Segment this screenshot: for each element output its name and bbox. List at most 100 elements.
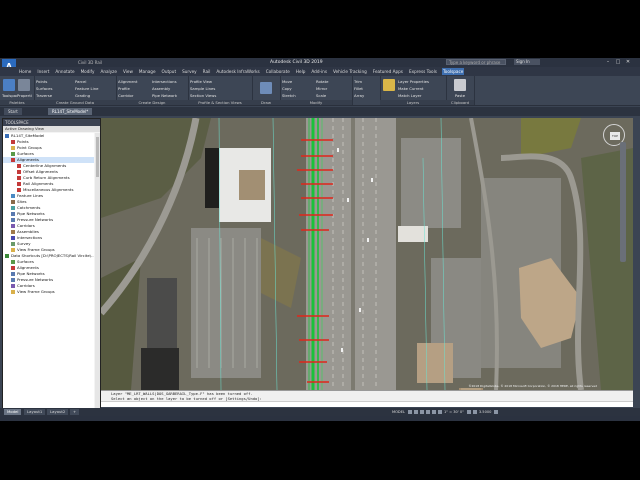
tab-layout2[interactable]: Layout2 [47,409,69,415]
paste-button[interactable]: Paste [448,92,472,99]
stretch-button[interactable]: Stretch [282,92,316,99]
alignment-icon [17,176,21,180]
polar-icon[interactable] [425,410,430,414]
tree-node-label: Alignments [17,265,39,270]
mirror-button[interactable]: Mirror [316,85,350,92]
maximize-button[interactable]: □ [614,59,622,65]
minimize-button[interactable]: – [604,59,612,65]
customize-icon[interactable] [494,410,499,414]
tree-node[interactable]: View Frame Groups [3,289,94,295]
tab-model[interactable]: Model [4,409,22,415]
tab-rail[interactable]: Rail [202,68,212,75]
profile-button[interactable]: Profile [118,85,152,92]
folder-icon [11,248,15,252]
grid-icon[interactable] [407,410,412,414]
traverse-button[interactable]: Traverse [36,92,75,99]
paste-icon[interactable] [454,79,466,91]
surfaces-button[interactable]: Surfaces [36,85,75,92]
layer-properties-icon[interactable] [383,79,395,91]
drawing-canvas[interactable]: TOP ©2018 DigitalGlobe, © 2018 Microsoft… [101,118,633,390]
draw-icon[interactable] [260,82,272,94]
ribbon-group-ground-data: Points Parcel Surfaces Feature Line Trav… [34,76,117,105]
navigation-bar[interactable] [619,142,627,342]
tree-node-label: Surfaces [17,259,34,264]
alignment-button[interactable]: Alignment [118,78,152,85]
model-space-toggle[interactable]: MODEL [392,410,405,414]
osnap-icon[interactable] [431,410,436,414]
close-button[interactable]: ✕ [624,59,632,65]
section-views-button[interactable]: Section Views [190,92,250,99]
sign-in-button[interactable]: Sign In [514,59,540,65]
array-button[interactable]: Array [354,92,378,99]
annotation-monitor-icon[interactable] [472,410,477,414]
toolspace-icon[interactable] [3,79,15,91]
grading-button[interactable]: Grading [75,92,114,99]
tab-express-tools[interactable]: Express Tools [408,68,438,75]
tab-modify[interactable]: Modify [80,68,96,75]
tab-output[interactable]: Output [161,68,178,75]
tab-toolspace[interactable]: Toolspace [441,68,465,75]
intersections-button[interactable]: Intersections [152,78,186,85]
tab-insert[interactable]: Insert [36,68,50,75]
view-selector[interactable]: Active Drawing View [3,126,100,132]
command-line[interactable]: Layer "ME_LRT_WALLS|DOS_GARBERAIL_Type-F… [101,390,633,407]
lineweight-icon[interactable] [437,410,442,414]
tab-manage[interactable]: Manage [138,68,157,75]
add-layout-button[interactable]: + [70,409,80,415]
toolspace-button[interactable]: Toolspace [2,92,17,99]
tree-node-label: Curb Return Alignments [23,175,70,180]
ortho-icon[interactable] [419,410,424,414]
assembly-button[interactable]: Assembly [152,85,186,92]
scale-button[interactable]: Scale [316,92,350,99]
ribbon-group-clipboard: Paste Clipboard [446,76,475,105]
group-label: Clipboard [446,100,474,105]
snap-icon[interactable] [413,410,418,414]
tab-add-ins[interactable]: Add-ins [310,68,328,75]
corridor-button[interactable]: Corridor [118,92,152,99]
tree-node-label: Pipe Networks [17,211,45,216]
copy-button[interactable]: Copy [282,85,316,92]
fillet-button[interactable]: Fillet [354,85,378,92]
elevation-value[interactable]: 3.5000 [479,410,492,414]
sample-lines-button[interactable]: Sample Lines [190,85,250,92]
trim-button[interactable]: Trim [354,78,378,85]
search-input[interactable]: Type a keyword or phrase [446,59,506,65]
tab-collaborate[interactable]: Collaborate [265,68,291,75]
command-input[interactable] [101,401,633,407]
annotation-scale[interactable]: 1" = 30' 0" [444,410,464,414]
properties-button[interactable]: Properties [17,92,32,99]
tree-node-label: Rail Alignments [23,181,54,186]
tab-annotate[interactable]: Annotate [54,68,75,75]
layer-properties-button[interactable]: Layer Properties [398,78,444,85]
pipe-network-button[interactable]: Pipe Network [152,92,186,99]
tab-home[interactable]: Home [18,68,32,75]
move-button[interactable]: Move [282,78,316,85]
feature-line-button[interactable]: Feature Line [75,85,114,92]
imagery-attribution: ©2018 DigitalGlobe, © 2018 Microsoft Cor… [468,384,597,388]
tab-start[interactable]: Start [4,108,22,115]
points-button[interactable]: Points [36,78,75,85]
tree-node-label: Catchments [17,205,41,210]
pipe-icon [11,278,15,282]
tab-infraworks[interactable]: Autodesk InfraWorks [215,68,260,75]
workspace-icon[interactable] [466,410,471,414]
match-layer-button[interactable]: Match Layer [398,92,444,99]
profile-view-button[interactable]: Profile View [190,78,250,85]
tab-help[interactable]: Help [295,68,307,75]
tab-analyze[interactable]: Analyze [99,68,118,75]
tab-survey[interactable]: Survey [181,68,198,75]
tab-layout1[interactable]: Layout1 [24,409,46,415]
feature-icon [11,194,15,198]
rotate-button[interactable]: Rotate [316,78,350,85]
tree-node-label: Centerline Alignments [23,163,67,168]
tab-drawing[interactable]: RL14T_SiteModel* [48,108,93,115]
window-bottom-border [0,416,640,421]
parcel-button[interactable]: Parcel [75,78,114,85]
viewcube-face[interactable]: TOP [610,132,620,140]
tab-featured-apps[interactable]: Featured Apps [372,68,404,75]
tree-scrollbar[interactable] [95,133,100,409]
tab-vehicle-tracking[interactable]: Vehicle Tracking [332,68,368,75]
properties-icon[interactable] [18,79,30,91]
make-current-button[interactable]: Make Current [398,85,444,92]
tab-view[interactable]: View [122,68,134,75]
